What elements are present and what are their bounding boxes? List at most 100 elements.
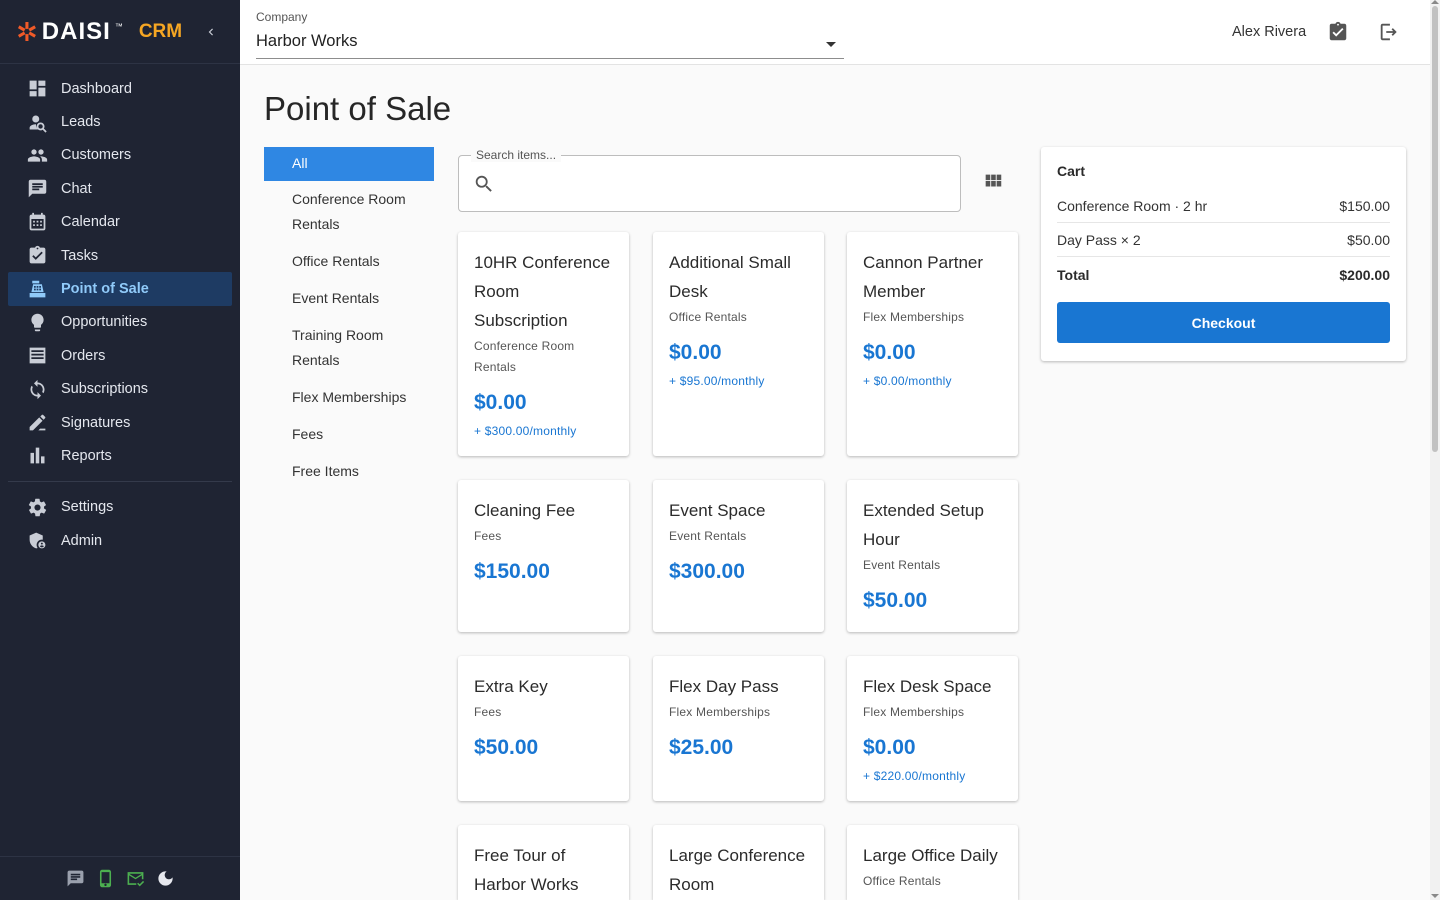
category-event-rentals[interactable]: Event Rentals (264, 280, 434, 317)
product-recurring-price: + $220.00/monthly (863, 769, 966, 783)
product-card[interactable]: Event Space Event Rentals $300.00 (653, 480, 824, 632)
cart-line-item[interactable]: Conference Room · 2 hr $150.00 (1057, 189, 1390, 223)
sidebar-item-calendar[interactable]: Calendar (8, 206, 232, 239)
company-selector[interactable]: Company Harbor Works (256, 10, 844, 59)
product-price: $25.00 (669, 736, 734, 759)
logout-button[interactable] (1377, 20, 1401, 44)
category-all[interactable]: All (264, 147, 434, 181)
product-name: Event Space (669, 501, 766, 520)
sidebar-item-label: Signatures (61, 414, 131, 431)
mail-check-icon[interactable] (125, 869, 145, 889)
product-card[interactable]: Flex Day Pass Flex Memberships $25.00 (653, 656, 824, 801)
product-price: $0.00 (669, 341, 722, 364)
category-free-items[interactable]: Free Items (264, 453, 434, 490)
product-category: Fees (474, 705, 502, 719)
scroll-down-arrow[interactable] (1431, 894, 1439, 898)
product-name: Extended Setup Hour (863, 501, 984, 549)
category-office-rentals[interactable]: Office Rentals (264, 243, 434, 280)
sidebar-item-label: Chat (61, 180, 92, 197)
checkout-button[interactable]: Checkout (1057, 302, 1390, 343)
sms-icon[interactable] (65, 869, 85, 889)
product-name: Flex Day Pass (669, 677, 779, 696)
sidebar-divider (8, 480, 232, 482)
search-field[interactable]: Search items... (458, 148, 961, 212)
moon-icon[interactable] (155, 869, 175, 889)
product-category: Office Rentals (669, 310, 747, 324)
product-category: Event Rentals (863, 558, 941, 572)
task-check-button[interactable] (1326, 20, 1350, 44)
sidebar-item-label: Admin (61, 532, 103, 549)
company-value: Harbor Works (256, 31, 358, 50)
caret-down-icon (826, 41, 836, 47)
cart-total-label: Total (1057, 267, 1090, 283)
product-card[interactable]: 10HR Conference Room Subscription Confer… (458, 232, 629, 456)
signature-icon (26, 412, 48, 434)
product-name: Free Tour of Harbor Works (474, 846, 579, 894)
product-name: Large Office Daily (863, 846, 998, 865)
product-category: Conference Room Rentals (474, 339, 575, 374)
sidebar-item-tasks[interactable]: Tasks (8, 239, 232, 272)
sidebar-item-admin[interactable]: Admin (8, 524, 232, 557)
category-training-room-rentals[interactable]: Training Room Rentals (264, 317, 434, 379)
product-category: Flex Memberships (863, 310, 965, 324)
product-card[interactable]: Extra Key Fees $50.00 (458, 656, 629, 801)
product-card[interactable]: Flex Desk Space Flex Memberships $0.00 +… (847, 656, 1018, 801)
scroll-up-arrow[interactable] (1431, 0, 1439, 4)
category-fees[interactable]: Fees (264, 416, 434, 453)
product-card[interactable]: Free Tour of Harbor Works (458, 825, 629, 900)
company-select[interactable]: Harbor Works (256, 24, 844, 59)
sidebar-item-label: Reports (61, 447, 112, 464)
sidebar-item-signatures[interactable]: Signatures (8, 406, 232, 439)
product-card[interactable]: Cannon Partner Member Flex Memberships $… (847, 232, 1018, 456)
product-card[interactable]: Large Office Daily Office Rentals (847, 825, 1018, 900)
sidebar-item-reports[interactable]: Reports (8, 439, 232, 472)
chat-icon (26, 178, 48, 200)
sidebar-item-orders[interactable]: Orders (8, 339, 232, 372)
cart-line-label: Conference Room · 2 hr (1057, 197, 1208, 214)
product-price: $0.00 (474, 391, 527, 414)
product-category: Flex Memberships (669, 705, 771, 719)
cart-line-item[interactable]: Day Pass × 2 $50.00 (1057, 223, 1390, 257)
refresh-icon (26, 378, 48, 400)
sidebar-item-dashboard[interactable]: Dashboard (8, 72, 232, 105)
chevron-left-icon (208, 28, 213, 36)
category-flex-memberships[interactable]: Flex Memberships (264, 379, 434, 416)
brand-suffix: CRM (138, 20, 183, 42)
product-card[interactable]: Large Conference Room (653, 825, 824, 900)
sidebar-item-opportunities[interactable]: Opportunities (8, 306, 232, 339)
product-name: Flex Desk Space (863, 677, 992, 696)
product-price: $150.00 (474, 560, 550, 583)
sidebar-item-settings[interactable]: Settings (8, 491, 232, 524)
brand-logo[interactable]: ✲ DAISI ™ CRM (16, 18, 182, 46)
search-label: Search items... (471, 148, 562, 162)
search-input[interactable] (505, 168, 945, 200)
sidebar-item-label: Settings (61, 499, 114, 516)
product-card[interactable]: Extended Setup Hour Event Rentals $50.00 (847, 480, 1018, 632)
grid-view-toggle[interactable] (982, 170, 1004, 192)
calendar-icon (26, 211, 48, 233)
category-conference-room-rentals[interactable]: Conference Room Rentals (264, 181, 434, 243)
product-card[interactable]: Cleaning Fee Fees $150.00 (458, 480, 629, 632)
phone-icon[interactable] (95, 869, 115, 889)
page-scrollbar[interactable] (1430, 0, 1440, 900)
collapse-sidebar-button[interactable] (200, 20, 222, 44)
search-icon (473, 173, 495, 195)
category-list: All Conference Room Rentals Office Renta… (264, 147, 434, 490)
product-price: $50.00 (474, 736, 539, 759)
cart-total-row: Total $200.00 (1057, 257, 1390, 293)
sidebar-item-point-of-sale[interactable]: Point of Sale (8, 272, 232, 306)
sidebar-item-label: Calendar (61, 214, 120, 231)
product-name: Cleaning Fee (474, 501, 576, 520)
sidebar-item-label: Dashboard (61, 80, 132, 97)
bar-chart-icon (26, 445, 48, 467)
cart-total-amount: $200.00 (1339, 267, 1390, 283)
sidebar-footer (0, 856, 240, 900)
scroll-thumb[interactable] (1432, 6, 1438, 452)
user-name[interactable]: Alex Rivera (1232, 24, 1306, 40)
sidebar-item-leads[interactable]: Leads (8, 105, 232, 138)
sidebar-item-customers[interactable]: Customers (8, 139, 232, 172)
product-card[interactable]: Additional Small Desk Office Rentals $0.… (653, 232, 824, 456)
sidebar-item-subscriptions[interactable]: Subscriptions (8, 373, 232, 406)
sidebar-item-chat[interactable]: Chat (8, 172, 232, 205)
sidebar-item-label: Customers (61, 147, 132, 164)
